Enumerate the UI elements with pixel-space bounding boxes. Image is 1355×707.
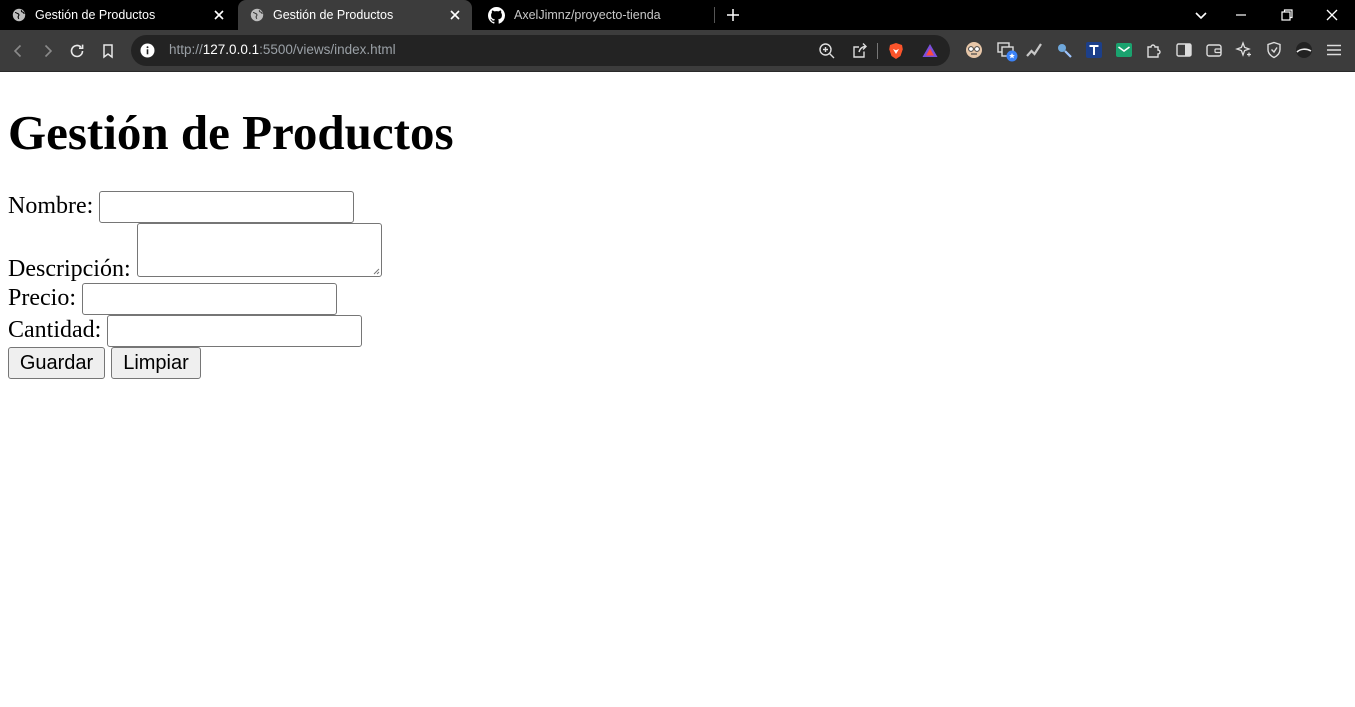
extension-zigzag-icon[interactable] xyxy=(1025,41,1043,59)
tab-gestion-productos-1[interactable]: Gestión de Productos xyxy=(0,0,236,30)
url-host: 127.0.0.1 xyxy=(202,42,260,57)
globe-icon xyxy=(12,8,26,22)
url-scheme: http:// xyxy=(169,42,203,57)
menu-hamburger-icon[interactable] xyxy=(1325,41,1343,59)
share-icon[interactable] xyxy=(851,42,869,60)
resize-grip-icon[interactable] xyxy=(372,267,380,275)
extension-mail-icon[interactable] xyxy=(1115,41,1133,59)
globe-icon xyxy=(250,8,264,22)
url-path: :5500/views/index.html xyxy=(259,42,396,57)
page-title: Gestión de Productos xyxy=(8,105,454,160)
bookmark-icon[interactable] xyxy=(98,41,118,61)
zoom-icon[interactable] xyxy=(818,42,836,60)
descripcion-textarea[interactable] xyxy=(137,223,382,277)
forward-arrow-icon[interactable] xyxy=(38,41,58,61)
leo-ai-sparkle-icon[interactable] xyxy=(1235,41,1253,59)
tab-search-chevron-icon[interactable] xyxy=(1191,5,1211,25)
url-text: http://127.0.0.1:5500/views/index.html xyxy=(169,42,396,57)
page-content: Gestión de Productos Nombre: Descripción… xyxy=(0,73,1355,707)
restore-icon[interactable] xyxy=(1277,5,1297,25)
github-icon xyxy=(488,6,505,24)
precio-input[interactable] xyxy=(82,283,337,315)
precio-label: Precio: xyxy=(8,285,76,311)
guardar-button[interactable]: Guardar xyxy=(8,347,105,379)
close-window-icon[interactable] xyxy=(1322,5,1342,25)
extension-t-icon[interactable] xyxy=(1085,41,1103,59)
minimize-icon[interactable] xyxy=(1231,5,1251,25)
extension-glasses-icon[interactable] xyxy=(965,41,983,59)
nombre-input[interactable] xyxy=(99,191,354,223)
limpiar-button[interactable]: Limpiar xyxy=(111,347,201,379)
nombre-label: Nombre: xyxy=(8,193,94,219)
tab-title: AxelJimnz/proyecto-tienda xyxy=(514,8,661,22)
tab-strip: Gestión de Productos Gestión de Producto… xyxy=(0,0,1355,30)
extension-windows-badge-icon[interactable] xyxy=(996,40,1018,62)
tab-separator xyxy=(714,7,715,23)
omnibox-divider xyxy=(877,43,878,59)
tab-title: Gestión de Productos xyxy=(273,8,394,22)
vpn-shield-icon[interactable] xyxy=(1265,41,1283,59)
cantidad-input[interactable] xyxy=(107,315,362,347)
extension-pin-icon[interactable] xyxy=(1055,41,1073,59)
brave-rewards-icon[interactable] xyxy=(921,42,939,60)
reload-icon[interactable] xyxy=(67,41,87,61)
back-arrow-icon[interactable] xyxy=(8,41,28,61)
tab-gestion-productos-2[interactable]: Gestión de Productos xyxy=(238,0,472,30)
tab-github-repo[interactable]: AxelJimnz/proyecto-tienda xyxy=(476,0,712,30)
address-bar[interactable]: http://127.0.0.1:5500/views/index.html xyxy=(131,35,950,66)
cantidad-label: Cantidad: xyxy=(8,317,102,343)
brave-shields-icon[interactable] xyxy=(887,42,905,60)
tab-title: Gestión de Productos xyxy=(35,8,156,22)
new-tab-plus-icon[interactable] xyxy=(724,6,742,24)
close-tab-icon[interactable] xyxy=(448,8,462,22)
close-tab-icon[interactable] xyxy=(212,8,226,22)
sidebar-toggle-icon[interactable] xyxy=(1175,41,1193,59)
descripcion-label: Descripción: xyxy=(8,256,131,282)
browser-toolbar: http://127.0.0.1:5500/views/index.html xyxy=(0,30,1355,72)
extensions-puzzle-icon[interactable] xyxy=(1145,41,1163,59)
profile-avatar-icon[interactable] xyxy=(1295,41,1313,59)
wallet-icon[interactable] xyxy=(1205,41,1223,59)
site-info-icon[interactable] xyxy=(140,43,155,58)
